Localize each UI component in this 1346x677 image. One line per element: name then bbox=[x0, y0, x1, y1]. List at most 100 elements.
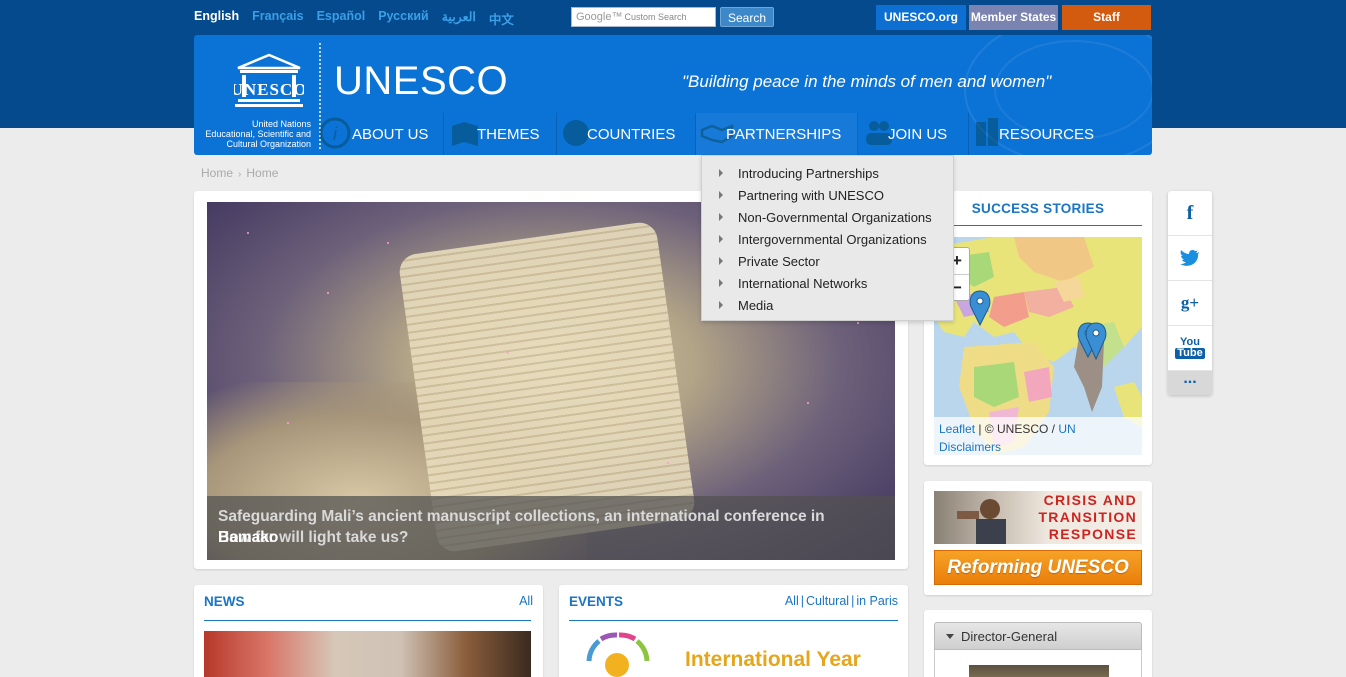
search-input[interactable]: Google™ Custom Search bbox=[571, 7, 716, 27]
un-link[interactable]: UN bbox=[1058, 422, 1075, 436]
menu-item-ngos[interactable]: Non-Governmental Organizations bbox=[702, 206, 953, 228]
director-general-photo[interactable] bbox=[969, 665, 1109, 677]
nav-themes[interactable]: THEMES bbox=[444, 113, 557, 155]
site-brand[interactable]: UNESCO bbox=[334, 59, 508, 104]
director-general-header[interactable]: Director-General bbox=[934, 622, 1142, 650]
org-full-name: United Nations Educational, Scientific a… bbox=[194, 119, 311, 149]
director-general-panel: Director-General bbox=[924, 610, 1152, 677]
unesco-temple-logo-icon[interactable]: UNESCO bbox=[234, 53, 304, 111]
breadcrumb: Home › Home bbox=[201, 166, 278, 180]
nav-about-us-label: ABOUT US bbox=[352, 125, 429, 143]
menu-item-label: Media bbox=[738, 297, 774, 313]
menu-item-label: Introducing Partnerships bbox=[738, 165, 879, 181]
lang-russian[interactable]: Русский bbox=[378, 9, 429, 28]
nav-countries[interactable]: COUNTRIES bbox=[557, 113, 696, 155]
nav-join-us-label: JOIN US bbox=[888, 125, 948, 143]
info-icon: i bbox=[319, 117, 351, 149]
triangle-right-icon bbox=[719, 279, 723, 287]
crisis-line-3: RESPONSE bbox=[1048, 526, 1137, 542]
nav-resources[interactable]: RESOURCES bbox=[969, 113, 1119, 155]
lang-chinese[interactable]: 中文 bbox=[489, 9, 514, 28]
map-attribution: Leaflet | © UNESCO / UN Disclaimers bbox=[934, 417, 1142, 455]
nav-about-us[interactable]: i ABOUT US bbox=[314, 113, 444, 155]
menu-item-label: Private Sector bbox=[738, 253, 820, 269]
menu-item-label: Non-Governmental Organizations bbox=[738, 209, 932, 225]
success-stories-panel: SUCCESS STORIES + − Leaflet | © UNESCO /… bbox=[924, 191, 1152, 465]
events-image[interactable]: International Year bbox=[569, 631, 899, 677]
sparkle bbox=[387, 242, 389, 244]
more-social-button[interactable]: ... bbox=[1168, 371, 1212, 395]
menu-item-international-networks[interactable]: International Networks bbox=[702, 272, 953, 294]
sparkle bbox=[667, 462, 669, 464]
menu-item-igos[interactable]: Intergovernmental Organizations bbox=[702, 228, 953, 250]
news-all-link[interactable]: All bbox=[519, 594, 533, 608]
triangle-right-icon bbox=[719, 301, 723, 309]
reforming-unesco-banner[interactable]: Reforming UNESCO bbox=[934, 550, 1142, 585]
crisis-line-2: TRANSITION bbox=[1038, 509, 1137, 525]
search-button[interactable]: Search bbox=[720, 7, 775, 27]
facebook-icon[interactable]: f bbox=[1168, 191, 1212, 236]
disclaimers-link[interactable]: Disclaimers bbox=[939, 440, 1001, 454]
social-bar: f g+ You Tube ... bbox=[1168, 191, 1212, 395]
events-paris-link[interactable]: in Paris bbox=[856, 594, 898, 608]
director-general-body bbox=[934, 650, 1142, 677]
leaflet-link[interactable]: Leaflet bbox=[939, 422, 975, 436]
site-header: UNESCO United Nations Educational, Scien… bbox=[194, 35, 1152, 155]
org-line-3: Cultural Organization bbox=[226, 139, 311, 149]
youtube-glyph-bottom: Tube bbox=[1175, 347, 1205, 359]
news-image[interactable] bbox=[204, 631, 531, 677]
menu-item-introducing-partnerships[interactable]: Introducing Partnerships bbox=[702, 162, 953, 184]
lang-english[interactable]: English bbox=[194, 9, 239, 28]
news-links: All bbox=[519, 594, 533, 608]
success-stories-title[interactable]: SUCCESS STORIES bbox=[934, 199, 1142, 226]
org-line-2: Educational, Scientific and bbox=[205, 129, 311, 139]
sparkle bbox=[807, 402, 809, 404]
twitter-icon[interactable] bbox=[1168, 236, 1212, 281]
crisis-panel: CRISIS AND TRANSITION RESPONSE Reforming… bbox=[924, 481, 1152, 595]
svg-text:i: i bbox=[333, 124, 338, 144]
menu-item-partnering-with-unesco[interactable]: Partnering with UNESCO bbox=[702, 184, 953, 206]
news-title[interactable]: NEWS bbox=[204, 594, 245, 609]
events-all-link[interactable]: All bbox=[785, 594, 799, 608]
staff-link[interactable]: Staff bbox=[1062, 5, 1151, 30]
lang-spanish[interactable]: Español bbox=[317, 9, 366, 28]
sparkle bbox=[507, 352, 509, 354]
news-divider bbox=[204, 620, 531, 621]
triangle-right-icon bbox=[719, 191, 723, 199]
menu-item-private-sector[interactable]: Private Sector bbox=[702, 250, 953, 272]
director-general-label: Director-General bbox=[961, 629, 1058, 644]
events-cultural-link[interactable]: Cultural bbox=[806, 594, 849, 608]
triangle-right-icon bbox=[719, 235, 723, 243]
unesco-org-link[interactable]: UNESCO.org bbox=[876, 5, 966, 30]
triangle-right-icon bbox=[719, 257, 723, 265]
youtube-icon[interactable]: You Tube bbox=[1168, 326, 1212, 371]
crisis-banner-text: CRISIS AND TRANSITION RESPONSE bbox=[1038, 492, 1137, 543]
hero-caption-line-2: How far will light take us? Bamako bbox=[218, 527, 884, 548]
org-line-1: United Nations bbox=[251, 119, 311, 129]
news-panel: NEWS All bbox=[194, 585, 543, 677]
lang-arabic[interactable]: العربية bbox=[442, 9, 476, 28]
nav-join-us[interactable]: JOIN US bbox=[858, 113, 969, 155]
search-placeholder: Custom Search bbox=[624, 12, 687, 22]
international-year-text: International Year bbox=[685, 648, 861, 671]
attribution-text: | © UNESCO / bbox=[975, 422, 1059, 436]
main-nav: i ABOUT US THEMES COUNTRIES PARTNERSHIPS… bbox=[314, 113, 1119, 155]
crisis-child-photo bbox=[957, 499, 1006, 544]
events-links: All | Cultural | in Paris bbox=[785, 594, 898, 608]
nav-partnerships[interactable]: PARTNERSHIPS bbox=[696, 113, 858, 155]
menu-item-label: Intergovernmental Organizations bbox=[738, 231, 927, 247]
breadcrumb-home-link[interactable]: Home bbox=[201, 166, 233, 180]
events-title[interactable]: EVENTS bbox=[569, 594, 623, 609]
hero-caption[interactable]: Safeguarding Mali’s ancient manuscript c… bbox=[207, 496, 895, 560]
sparkle bbox=[287, 422, 289, 424]
chevron-right-icon: › bbox=[238, 169, 242, 180]
googleplus-icon[interactable]: g+ bbox=[1168, 281, 1212, 326]
triangle-down-icon bbox=[946, 634, 954, 639]
lang-french[interactable]: Français bbox=[252, 9, 303, 28]
success-stories-map[interactable]: + − Leaflet | © UNESCO / UN Disclaimers bbox=[934, 237, 1142, 455]
menu-item-media[interactable]: Media bbox=[702, 294, 953, 316]
crisis-line-1: CRISIS AND bbox=[1043, 492, 1137, 508]
crisis-banner[interactable]: CRISIS AND TRANSITION RESPONSE bbox=[934, 491, 1142, 544]
triangle-right-icon bbox=[719, 213, 723, 221]
member-states-link[interactable]: Member States bbox=[969, 5, 1058, 30]
